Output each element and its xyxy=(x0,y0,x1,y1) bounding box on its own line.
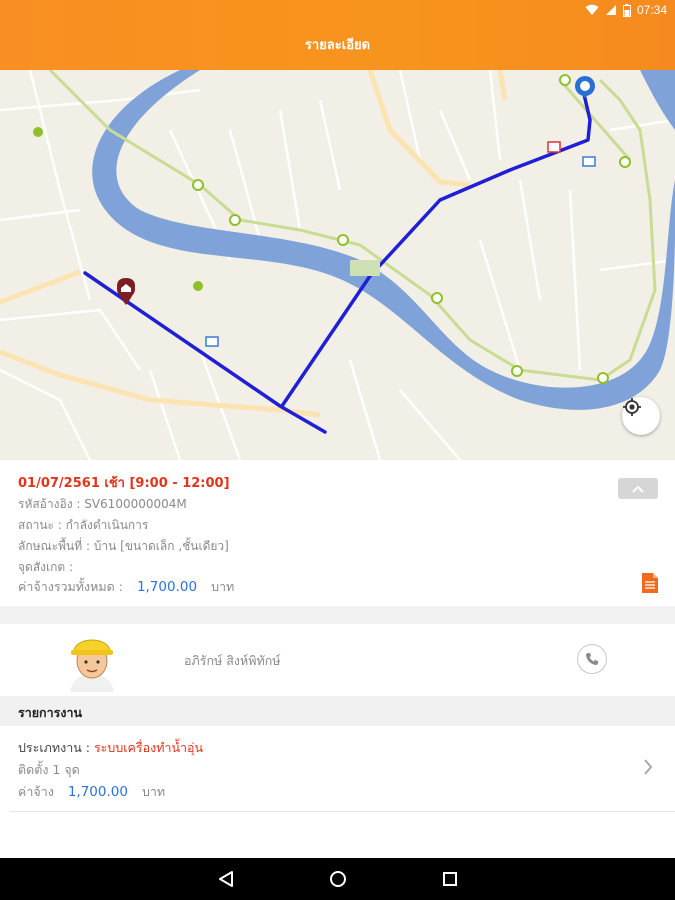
collapse-button[interactable] xyxy=(618,478,658,499)
jobs-section-title: รายการงาน xyxy=(18,705,83,720)
technician-row: อภิรักษ์ สิงห์พิทักษ์ xyxy=(0,624,675,696)
home-marker-icon[interactable] xyxy=(117,278,135,305)
chevron-right-icon xyxy=(644,759,653,775)
total-amount: 1,700.00 xyxy=(136,579,198,595)
chevron-up-icon xyxy=(632,485,644,493)
back-button[interactable] xyxy=(216,869,236,889)
total-label: ค่าจ้างรวมทั้งหมด : xyxy=(18,579,123,594)
section-gap xyxy=(0,606,675,624)
jobs-section-header: รายการงาน xyxy=(0,696,675,726)
home-icon xyxy=(330,871,346,887)
job-fee-unit: บาท xyxy=(141,784,166,799)
route-map[interactable] xyxy=(0,70,675,460)
document-icon xyxy=(642,573,658,593)
recents-button[interactable] xyxy=(440,869,460,889)
booking-total: ค่าจ้างรวมทั้งหมด : 1,700.00 บาท xyxy=(18,577,234,597)
status-bar: 07:34 xyxy=(0,0,675,24)
status-time: 07:34 xyxy=(636,3,667,17)
divider xyxy=(10,811,675,812)
booking-area-type: ลักษณะพื้นที่ : บ้าน [ขนาดเล็ก ,ชั้นเดีย… xyxy=(18,539,229,553)
wifi-icon xyxy=(585,4,599,16)
booking-landmark: จุดสังเกต : xyxy=(18,560,74,574)
system-nav-bar xyxy=(0,858,675,900)
booking-date: 01/07/2561 เช้า [9:00 - 12:00] xyxy=(18,476,230,491)
job-type: ประเภทงาน : ระบบเครื่องทำน้ำอุ่น xyxy=(18,738,203,758)
job-fee: ค่าจ้าง 1,700.00 บาท xyxy=(18,782,165,802)
technician-name: อภิรักษ์ สิงห์พิทักษ์ xyxy=(184,653,281,668)
job-type-label: ประเภทงาน : xyxy=(18,740,90,755)
locate-button[interactable] xyxy=(622,397,660,435)
app-screen: 07:34 รายละเอียด 01/07/2561 เช้า [9:00 -… xyxy=(0,0,675,900)
locate-icon xyxy=(623,398,641,416)
job-fee-label: ค่าจ้าง xyxy=(18,784,54,799)
page-title: รายละเอียด xyxy=(304,38,371,53)
booking-details: 01/07/2561 เช้า [9:00 - 12:00] รหัสอ้างอ… xyxy=(0,460,675,606)
home-button[interactable] xyxy=(328,869,348,889)
job-type-value: ระบบเครื่องทำน้ำอุ่น xyxy=(93,740,204,755)
phone-icon xyxy=(586,653,598,665)
job-list-item[interactable]: ประเภทงาน : ระบบเครื่องทำน้ำอุ่น ติดตั้ง… xyxy=(0,726,675,812)
job-quantity: ติดตั้ง 1 จุด xyxy=(18,762,80,777)
technician-marker-icon[interactable] xyxy=(575,76,595,98)
total-unit: บาท xyxy=(211,579,235,594)
avatar xyxy=(70,639,114,692)
signal-icon xyxy=(605,5,616,15)
booking-status: สถานะ : กำลังดำเนินการ xyxy=(18,518,149,532)
job-fee-amount: 1,700.00 xyxy=(67,784,128,800)
battery-icon xyxy=(622,3,631,17)
call-button[interactable] xyxy=(577,644,607,674)
back-icon xyxy=(219,871,233,887)
map-canvas xyxy=(0,70,675,460)
app-header: 07:34 รายละเอียด xyxy=(0,0,675,70)
booking-reference: รหัสอ้างอิง : SV6100000004M xyxy=(18,497,187,511)
recents-icon xyxy=(443,872,457,886)
document-button[interactable] xyxy=(642,573,658,597)
